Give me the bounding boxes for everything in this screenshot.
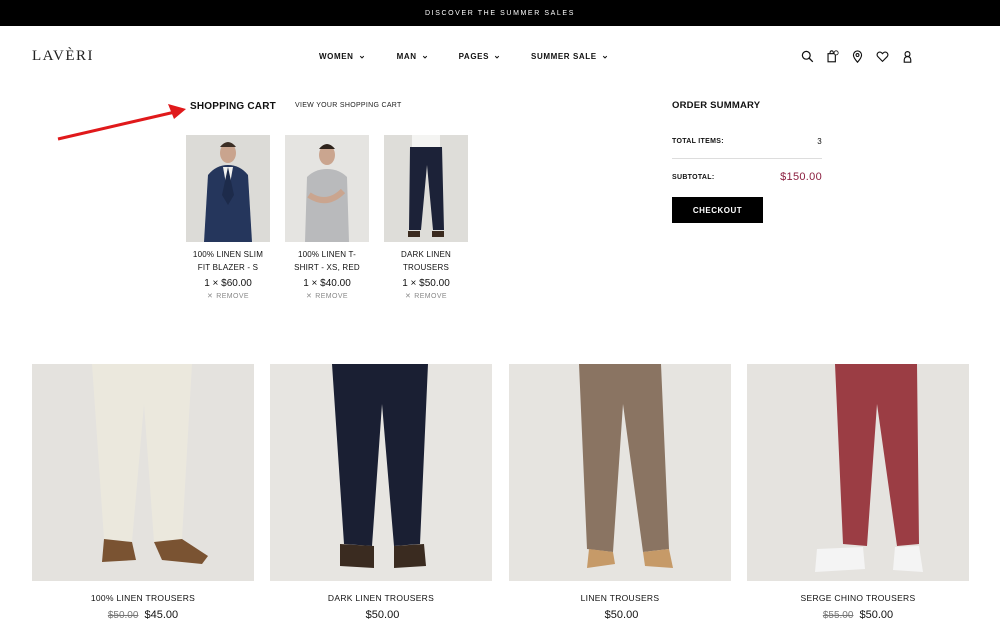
cart-title: SHOPPING CART — [190, 101, 276, 112]
chevron-down-icon — [602, 55, 607, 59]
total-items-value: 3 — [817, 137, 822, 146]
product-prices: $55.00 $50.00 — [747, 609, 969, 621]
cart-item: DARK LINEN TROUSERS 1 × $50.00 ✕ REMOVE — [384, 135, 468, 300]
promo-bar: DISCOVER THE SUMMER SALES — [0, 0, 1000, 26]
close-icon: ✕ — [404, 293, 412, 300]
remove-label: REMOVE — [315, 292, 348, 300]
checkout-button[interactable]: CHECKOUT — [672, 197, 763, 223]
promo-text: DISCOVER THE SUMMER SALES — [425, 9, 575, 17]
remove-label: REMOVE — [414, 292, 447, 300]
product-name[interactable]: DARK LINEN TROUSERS — [270, 593, 492, 603]
product-prices: $50.00 — [509, 609, 731, 621]
product-image[interactable] — [747, 364, 969, 581]
subtotal-row: SUBTOTAL: $150.00 — [672, 171, 822, 183]
product-prices: $50.00 — [270, 609, 492, 621]
remove-button[interactable]: ✕ REMOVE — [384, 292, 468, 301]
view-cart-link[interactable]: VIEW YOUR SHOPPING CART — [295, 102, 402, 109]
nav-women[interactable]: WOMEN — [319, 52, 365, 61]
nav-man-label: MAN — [396, 52, 417, 61]
cart-item-image[interactable] — [285, 135, 369, 242]
product-image[interactable] — [32, 364, 254, 581]
cart-item-qty-price: 1 × $50.00 — [402, 278, 450, 289]
product-price: $45.00 — [144, 609, 179, 621]
product-card: DARK LINEN TROUSERS $50.00 — [270, 364, 492, 621]
logo[interactable]: LAVÈRI — [32, 48, 94, 65]
product-name[interactable]: LINEN TROUSERS — [509, 593, 731, 603]
product-image[interactable] — [270, 364, 492, 581]
nav-man[interactable]: MAN — [397, 52, 428, 61]
chevron-down-icon — [422, 55, 427, 59]
location-icon[interactable] — [851, 50, 864, 63]
cart-item: 100% LINEN T-SHIRT - XS, RED 1 × $40.00 … — [285, 135, 369, 300]
product-card: SERGE CHINO TROUSERS $55.00 $50.00 — [747, 364, 969, 621]
cart-item-name: 100% LINEN SLIM FIT BLAZER - S — [192, 250, 264, 272]
order-summary-title: ORDER SUMMARY — [672, 100, 761, 111]
main-nav: WOMEN MAN PAGES SUMMER SALE — [319, 52, 608, 61]
cart-item: 100% LINEN SLIM FIT BLAZER - S 1 × $60.0… — [186, 135, 270, 300]
product-price: $50.00 — [604, 609, 639, 621]
heart-icon[interactable] — [876, 50, 889, 63]
chevron-down-icon — [494, 55, 500, 59]
close-icon: ✕ — [305, 293, 313, 300]
cart-item-qty-price: 1 × $40.00 — [303, 278, 351, 289]
product-card: LINEN TROUSERS $50.00 — [509, 364, 731, 621]
cart-item-qty-price: 1 × $60.00 — [204, 278, 252, 289]
product-old-price: $50.00 — [107, 610, 139, 621]
remove-button[interactable]: ✕ REMOVE — [285, 292, 369, 301]
subtotal-label: SUBTOTAL: — [672, 173, 715, 181]
remove-label: REMOVE — [216, 292, 249, 300]
order-summary: ORDER SUMMARY TOTAL ITEMS: 3 SUBTOTAL: $… — [672, 100, 822, 183]
nav-pages-label: PAGES — [458, 52, 490, 61]
user-icon[interactable] — [901, 50, 914, 63]
nav-summer-sale[interactable]: SUMMER SALE — [531, 52, 608, 61]
product-price: $50.00 — [365, 609, 400, 621]
remove-button[interactable]: ✕ REMOVE — [186, 292, 270, 301]
cart-item-image[interactable] — [186, 135, 270, 242]
cart-icon[interactable] — [826, 50, 839, 63]
product-prices: $50.00 $45.00 — [32, 609, 254, 621]
annotation-arrow — [57, 104, 186, 141]
total-items-row: TOTAL ITEMS: 3 — [672, 137, 822, 159]
nav-pages[interactable]: PAGES — [459, 52, 500, 61]
product-price: $50.00 — [859, 609, 894, 621]
close-icon: ✕ — [206, 293, 214, 300]
site-header: LAVÈRI WOMEN MAN PAGES SUMMER SALE — [0, 26, 1000, 88]
cart-item-image[interactable] — [384, 135, 468, 242]
chevron-down-icon — [359, 55, 364, 59]
product-card: 100% LINEN TROUSERS $50.00 $45.00 — [32, 364, 254, 621]
cart-item-name: 100% LINEN T-SHIRT - XS, RED — [294, 250, 360, 272]
subtotal-value: $150.00 — [780, 171, 822, 183]
cart-item-name: DARK LINEN TROUSERS — [400, 250, 451, 272]
nav-summer-sale-label: SUMMER SALE — [531, 52, 597, 61]
header-icons — [801, 50, 914, 63]
product-old-price: $55.00 — [822, 610, 854, 621]
search-icon[interactable] — [801, 50, 814, 63]
total-items-label: TOTAL ITEMS: — [672, 138, 724, 145]
product-name[interactable]: 100% LINEN TROUSERS — [32, 593, 254, 603]
product-name[interactable]: SERGE CHINO TROUSERS — [747, 593, 969, 603]
product-image[interactable] — [509, 364, 731, 581]
nav-women-label: WOMEN — [319, 52, 354, 61]
